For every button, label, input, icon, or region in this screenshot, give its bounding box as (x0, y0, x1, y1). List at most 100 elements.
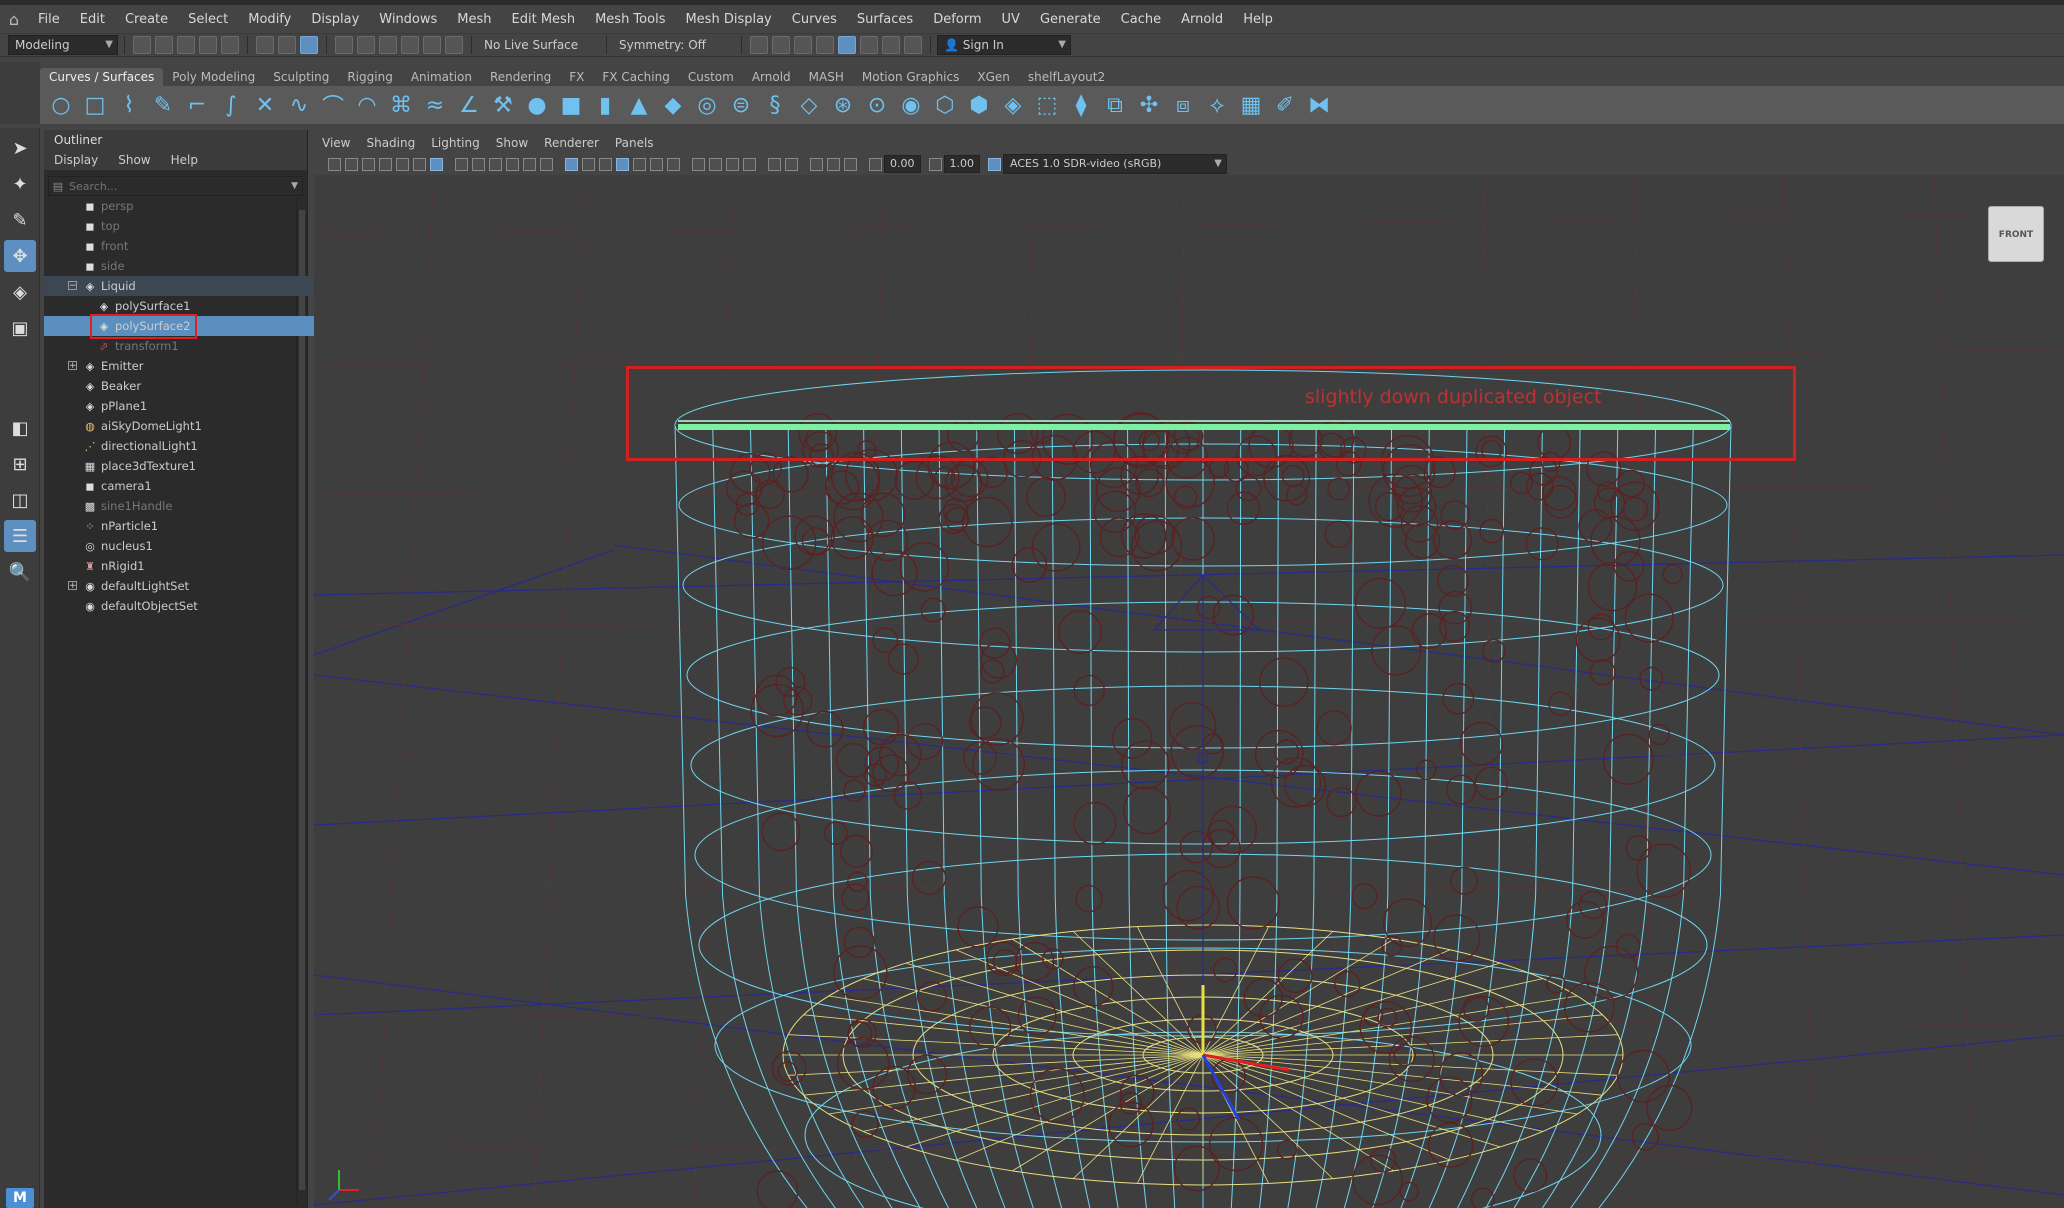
select-object-icon[interactable] (278, 36, 296, 54)
outliner-item-aiskydomelight1[interactable]: ◍ aiSkyDomeLight1 (44, 416, 332, 436)
menu-cache[interactable]: Cache (1111, 12, 1171, 27)
shelf-tab-curves-surfaces[interactable]: Curves / Surfaces (40, 68, 164, 86)
intersect-surface-icon[interactable]: ⧫ (1067, 91, 1095, 119)
outliner-item-defaultlightset[interactable]: + ◉ defaultLightSet (44, 576, 332, 596)
nurbs-cube-icon[interactable]: ■ (557, 91, 585, 119)
use-all-lights-icon[interactable] (650, 157, 663, 171)
viewport-menu-shading[interactable]: Shading (358, 136, 423, 150)
snap-grid-icon[interactable] (335, 36, 353, 54)
extrude-icon[interactable]: ⊛ (829, 91, 857, 119)
image-plane-icon[interactable] (379, 157, 392, 171)
extend-curve-icon[interactable]: ∠ (455, 91, 483, 119)
scale-tool-icon[interactable]: ▣ (4, 312, 36, 344)
menu-mesh-tools[interactable]: Mesh Tools (585, 12, 675, 27)
outliner-item-liquid[interactable]: − ◈ Liquid (44, 276, 332, 296)
outliner-item-emitter[interactable]: + ◈ Emitter (44, 356, 332, 376)
smooth-shade-icon[interactable] (582, 157, 595, 171)
align-surface-icon[interactable]: ▦ (1237, 91, 1265, 119)
redo-icon[interactable] (221, 36, 239, 54)
search-icon[interactable]: 🔍 (4, 556, 36, 588)
select-camera-icon[interactable] (328, 157, 341, 171)
shelf-tab-animation[interactable]: Animation (402, 68, 481, 86)
menu-deform[interactable]: Deform (923, 12, 991, 27)
render-frame-icon[interactable] (772, 36, 790, 54)
attach-curve-icon[interactable]: ∿ (285, 91, 313, 119)
exposure-icon[interactable] (869, 157, 882, 171)
viewcube[interactable]: FRONT (1988, 206, 2044, 262)
camera-attributes-icon[interactable] (345, 157, 358, 171)
planar-icon[interactable]: ◇ (795, 91, 823, 119)
nurbs-cone-icon[interactable]: ▲ (625, 91, 653, 119)
xray-components-icon[interactable] (827, 157, 840, 171)
rotate-tool-icon[interactable]: ◈ (4, 276, 36, 308)
isolate-select-icon[interactable] (768, 157, 781, 171)
outliner-item-place3dtexture1[interactable]: ▦ place3dTexture1 (44, 456, 332, 476)
outliner-item-pplane1[interactable]: ◈ pPlane1 (44, 396, 332, 416)
outliner-item-nrigid1[interactable]: ♜ nRigid1 (44, 556, 332, 576)
shelf-tab-rigging[interactable]: Rigging (338, 68, 401, 86)
boundary-icon[interactable]: ◉ (897, 91, 925, 119)
revolve-icon[interactable]: ⊜ (727, 91, 755, 119)
shelf-tab-fx[interactable]: FX (560, 68, 593, 86)
menu-display[interactable]: Display (301, 12, 369, 27)
gamma-icon[interactable] (928, 157, 942, 171)
exposure-field[interactable]: 0.00 (884, 155, 921, 173)
nurbs-torus-icon[interactable]: ◎ (693, 91, 721, 119)
detach-surface-icon[interactable]: ⟡ (1203, 91, 1231, 119)
shelf-tab-xgen[interactable]: XGen (968, 68, 1019, 86)
xray-icon[interactable] (785, 157, 798, 171)
outliner-menu-display[interactable]: Display (44, 153, 108, 167)
render-view-icon[interactable] (750, 36, 768, 54)
arc-icon[interactable]: ◠ (353, 91, 381, 119)
menu-generate[interactable]: Generate (1030, 12, 1111, 27)
snap-curve-icon[interactable] (357, 36, 375, 54)
viewport-menu-view[interactable]: View (314, 136, 358, 150)
snap-point-icon[interactable] (379, 36, 397, 54)
play-icon[interactable] (882, 36, 900, 54)
shadows-icon[interactable] (667, 157, 680, 171)
shelf-tab-poly-modeling[interactable]: Poly Modeling (163, 68, 264, 86)
snap-view-icon[interactable] (401, 36, 419, 54)
four-view-layout-icon[interactable]: ⊞ (4, 448, 36, 480)
nurbs-plane-icon[interactable]: ◆ (659, 91, 687, 119)
shelf-tab-mash[interactable]: MASH (800, 68, 853, 86)
menu-windows[interactable]: Windows (369, 12, 447, 27)
outliner-item-defaultobjectset[interactable]: ◉ defaultObjectSet (44, 596, 332, 616)
ipr-render-icon[interactable] (794, 36, 812, 54)
snap-pivot-icon[interactable] (445, 36, 463, 54)
menu-curves[interactable]: Curves (782, 12, 847, 27)
hypershade-icon[interactable] (838, 36, 856, 54)
intersect-curve-icon[interactable]: ✕ (251, 91, 279, 119)
nurbs-circle-icon[interactable]: ○ (47, 91, 75, 119)
shelf-tab-rendering[interactable]: Rendering (481, 68, 560, 86)
rebuild-curve-icon[interactable]: ⌘ (387, 91, 415, 119)
live-surface-field[interactable]: No Live Surface (478, 36, 600, 54)
birail-icon[interactable]: ⊙ (863, 91, 891, 119)
textured-icon[interactable] (633, 157, 646, 171)
pause-icon[interactable] (904, 36, 922, 54)
menu-surfaces[interactable]: Surfaces (847, 12, 923, 27)
outliner-layout-icon[interactable]: ☰ (4, 520, 36, 552)
outliner-item-directionallight1[interactable]: ⋰ directionalLight1 (44, 436, 332, 456)
depth-of-field-icon[interactable] (743, 157, 756, 171)
grid-icon[interactable] (430, 157, 443, 171)
cv-curve-icon[interactable]: ⌇ (115, 91, 143, 119)
outliner-item-persp[interactable]: ◼ persp (44, 196, 332, 216)
sculpt-geometry-icon[interactable]: ✐ (1271, 91, 1299, 119)
render-settings-icon[interactable] (816, 36, 834, 54)
film-gate-icon[interactable] (455, 157, 468, 171)
shelf-handle[interactable] (0, 62, 40, 124)
menu-file[interactable]: File (28, 12, 70, 27)
wireframe-on-shaded-icon[interactable] (616, 157, 629, 171)
open-scene-icon[interactable] (155, 36, 173, 54)
select-tool-icon[interactable]: ➤ (4, 132, 36, 164)
outliner-item-front[interactable]: ◼ front (44, 236, 332, 256)
shelf-tab-sculpting[interactable]: Sculpting (264, 68, 338, 86)
resolution-gate-icon[interactable] (472, 157, 485, 171)
select-component-icon[interactable] (300, 36, 318, 54)
menu-uv[interactable]: UV (992, 12, 1030, 27)
insert-isoparm-icon[interactable]: ◈ (999, 91, 1027, 119)
viewport-3d[interactable] (314, 175, 2064, 1208)
shelf-tab-shelflayout2[interactable]: shelfLayout2 (1019, 68, 1114, 86)
outliner-item-side[interactable]: ◼ side (44, 256, 332, 276)
